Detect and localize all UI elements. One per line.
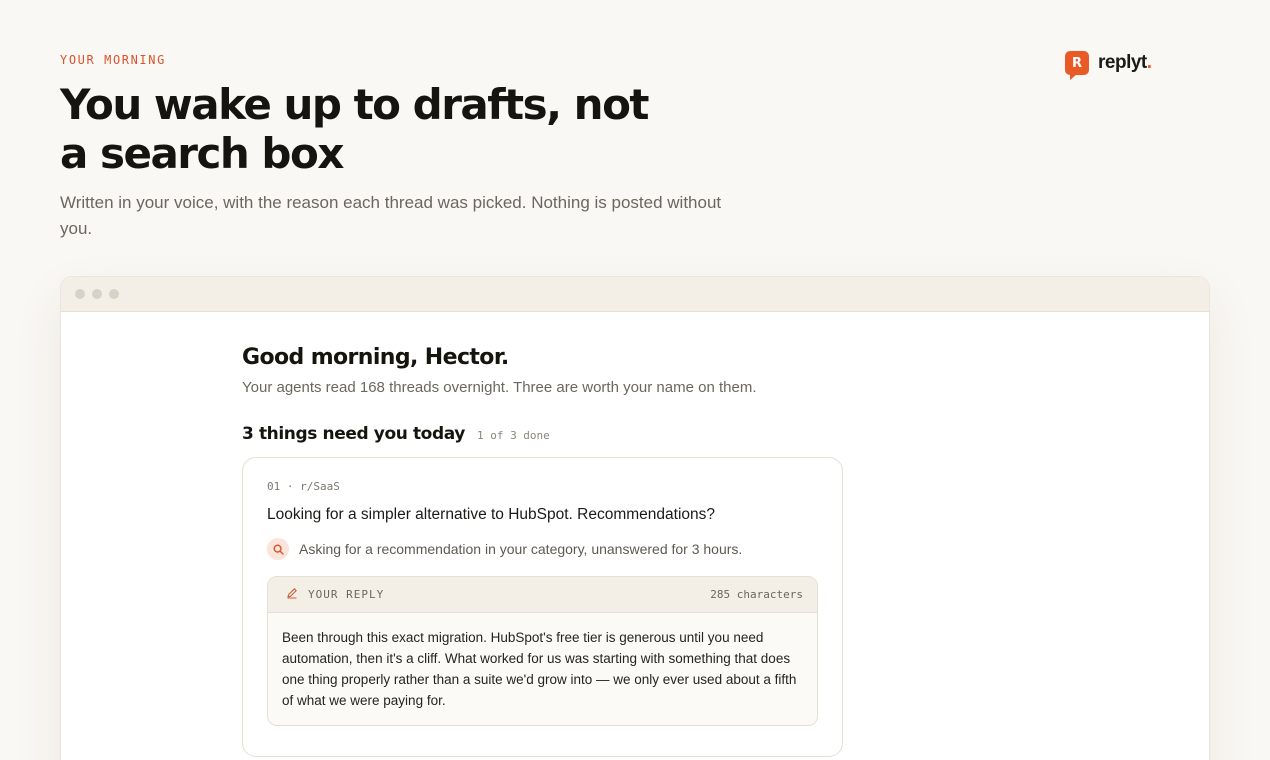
brand-logo[interactable]: R replyt. — [1065, 51, 1152, 80]
thread-reason: Asking for a recommendation in your cate… — [267, 538, 818, 560]
reply-text[interactable]: Been through this exact migration. HubSp… — [268, 613, 817, 725]
pencil-icon — [286, 587, 298, 602]
reply-character-count: 285 characters — [710, 588, 803, 601]
hero-subtitle: Written in your voice, with the reason e… — [60, 193, 722, 238]
dashboard-content: Good morning, Hector. Your agents read 1… — [242, 312, 862, 757]
thread-card[interactable]: 01 · r/SaaS Looking for a simpler altern… — [242, 457, 843, 757]
logo-mark-letter: R — [1071, 55, 1082, 71]
greeting-heading: Good morning, Hector. — [242, 345, 509, 370]
section-title: 3 things need you today — [242, 424, 465, 444]
thread-meta: 01 · r/SaaS — [267, 480, 340, 493]
logo-mark-icon: R — [1065, 51, 1089, 80]
reply-label-text: YOUR REPLY — [308, 588, 385, 601]
window-titlebar — [61, 277, 1209, 312]
reason-text: Asking for a recommendation in your cate… — [299, 541, 743, 557]
window-dot-icon — [75, 289, 85, 299]
progress-count: 1 of 3 done — [476, 429, 550, 442]
reply-draft[interactable]: YOUR REPLY 285 characters Been through t… — [267, 576, 818, 726]
section-header: 3 things need you today 1 of 3 done — [242, 424, 862, 444]
thread-title[interactable]: Looking for a simpler alternative to Hub… — [267, 506, 818, 524]
logo-wordmark: replyt. — [1098, 52, 1152, 74]
logo-name: replyt — [1098, 52, 1147, 73]
window-dot-icon — [109, 289, 119, 299]
app-window: Good morning, Hector. Your agents read 1… — [60, 276, 1210, 760]
eyebrow-label: YOUR MORNING — [60, 53, 166, 67]
reply-header: YOUR REPLY 285 characters — [268, 577, 817, 613]
reply-label: YOUR REPLY — [286, 587, 384, 602]
search-icon — [267, 538, 289, 560]
greeting-subtext: Your agents read 168 threads overnight. … — [242, 379, 757, 396]
hero-title: You wake up to drafts, not a search box — [60, 80, 650, 178]
window-dot-icon — [92, 289, 102, 299]
logo-dot: . — [1146, 52, 1152, 73]
